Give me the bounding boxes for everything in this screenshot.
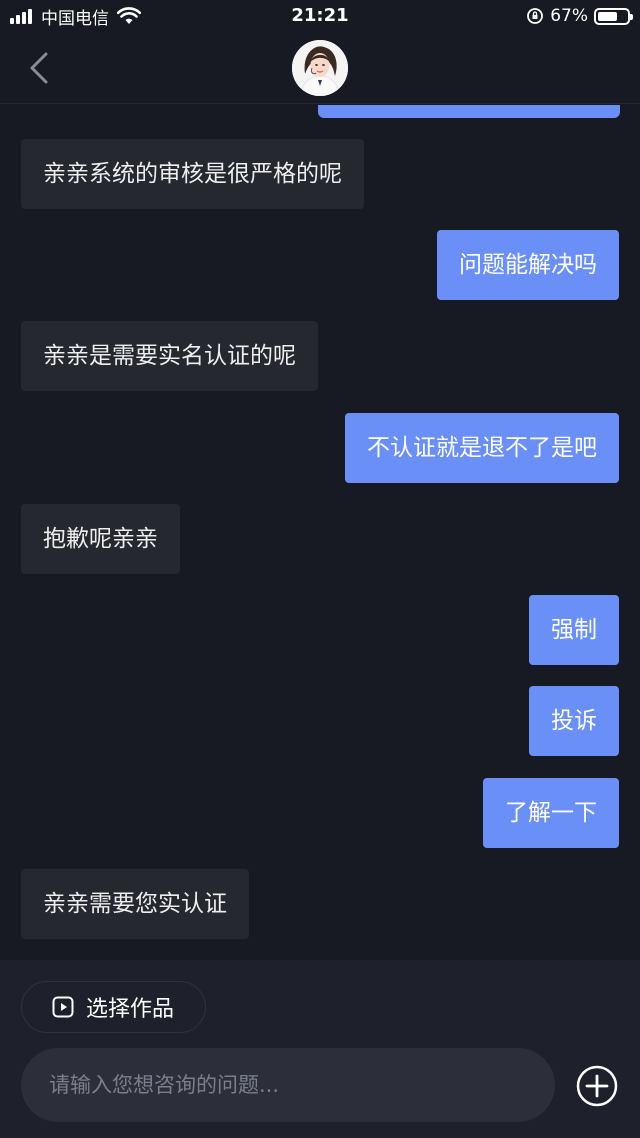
agent-avatar[interactable]	[292, 40, 348, 96]
select-work-button[interactable]: 选择作品	[21, 981, 206, 1033]
message-bubble-user[interactable]: 不认证就是退不了是吧	[345, 413, 619, 483]
battery-level	[598, 11, 617, 21]
status-bar: 中国电信 21:21 67%	[0, 0, 640, 34]
message-bubble-agent[interactable]: 亲亲是需要实名认证的呢	[21, 321, 318, 391]
chat-message-list[interactable]: 亲亲系统的审核是很严格的呢 问题能解决吗 亲亲是需要实名认证的呢 不认证就是退不…	[0, 105, 640, 960]
message-bubble-user[interactable]: 了解一下	[483, 778, 619, 848]
battery-percent: 67%	[550, 6, 588, 26]
play-icon	[52, 996, 74, 1018]
message-bubble-agent[interactable]: 亲亲系统的审核是很严格的呢	[21, 139, 364, 209]
status-right: 67%	[526, 5, 633, 27]
agent-avatar-image	[292, 40, 348, 96]
select-work-label: 选择作品	[86, 997, 175, 1022]
message-bubble-user[interactable]: 投诉	[529, 686, 619, 756]
partial-message-bubble	[318, 105, 620, 118]
orientation-lock-icon	[527, 8, 544, 24]
chat-screen: 中国电信 21:21 67% 亲亲系统的审核是很严格的呢 问题能解决吗 亲亲是需…	[0, 0, 640, 1138]
message-bubble-agent[interactable]: 亲亲需要您实认证	[21, 869, 249, 939]
message-bubble-agent[interactable]: 抱歉呢亲亲	[21, 504, 180, 574]
input-area: 选择作品	[0, 960, 640, 1138]
plus-circle-icon[interactable]	[576, 1065, 618, 1107]
chat-header	[0, 34, 640, 104]
message-bubble-user[interactable]: 强制	[529, 595, 619, 665]
chevron-left-icon[interactable]	[24, 48, 58, 88]
message-input[interactable]	[21, 1048, 555, 1122]
battery-icon	[594, 7, 633, 25]
message-bubble-user[interactable]: 问题能解决吗	[437, 230, 619, 300]
